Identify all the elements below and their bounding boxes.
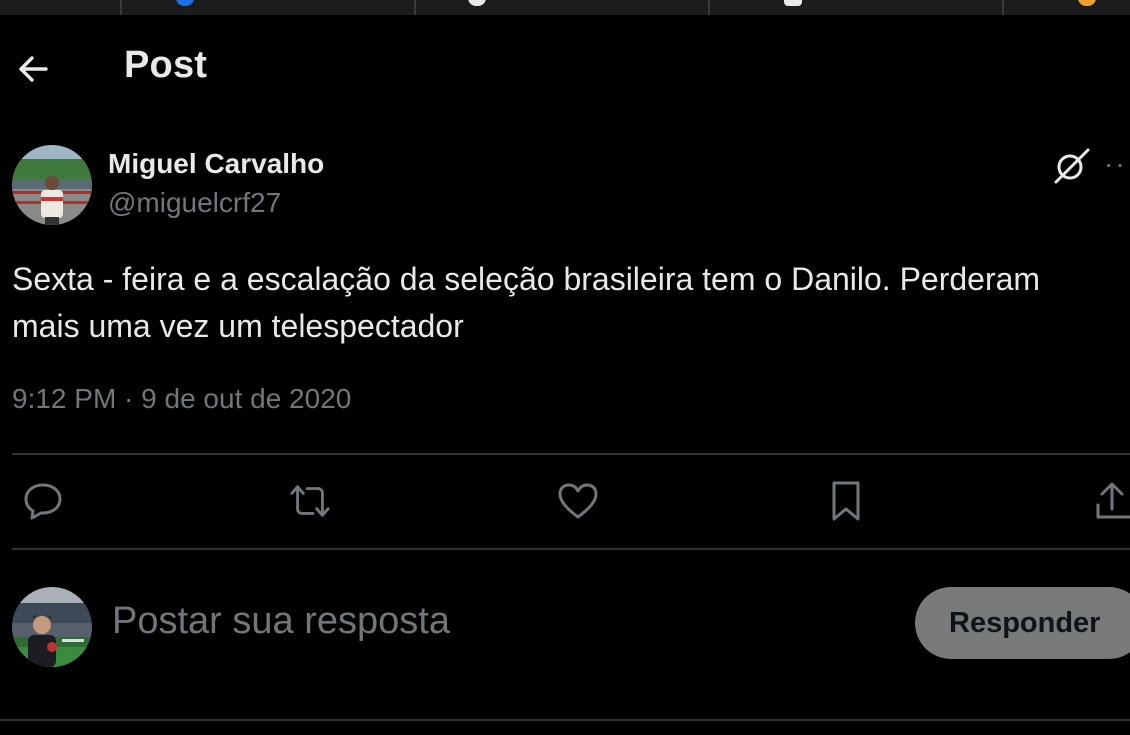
- more-options-button[interactable]: ··: [1104, 148, 1127, 180]
- divider: [0, 719, 1130, 721]
- post-page: Post Miguel Carvalho @miguelcrf27 ·· Sex…: [0, 0, 1130, 735]
- like-button[interactable]: [556, 478, 600, 524]
- author-name[interactable]: Miguel Carvalho: [108, 148, 324, 180]
- tab-favicon-icon[interactable]: [468, 0, 486, 6]
- post-text: Sexta - feira e a escalação da seleção b…: [12, 256, 1130, 350]
- bookmark-button[interactable]: [824, 478, 868, 524]
- tab-separator: [1002, 0, 1004, 15]
- tab-separator: [414, 0, 416, 15]
- tab-favicon-icon[interactable]: [1078, 0, 1096, 6]
- reply-button[interactable]: [21, 478, 65, 524]
- tab-separator: [120, 0, 122, 15]
- reply-submit-button[interactable]: Responder: [915, 587, 1130, 659]
- reply-icon: [24, 483, 62, 520]
- tab-separator: [708, 0, 710, 15]
- grok-icon: [1054, 148, 1090, 184]
- page-title: Post: [124, 44, 208, 86]
- tab-favicon-icon[interactable]: [784, 0, 802, 6]
- post-text-line: mais uma vez um telespectador: [12, 308, 464, 344]
- grok-button[interactable]: [1052, 146, 1092, 186]
- share-icon: [1096, 482, 1130, 519]
- divider: [12, 453, 1130, 455]
- tab-favicon-icon[interactable]: [176, 0, 194, 6]
- repost-icon: [290, 485, 330, 517]
- bookmark-icon: [832, 481, 860, 521]
- divider: [12, 548, 1130, 550]
- browser-tab-strip: [0, 0, 1130, 15]
- author-handle[interactable]: @miguelcrf27: [108, 187, 281, 219]
- reply-input[interactable]: Postar sua resposta: [112, 600, 450, 643]
- share-button[interactable]: [1090, 478, 1130, 524]
- post-timestamp[interactable]: 9:12 PM · 9 de out de 2020: [12, 383, 351, 415]
- arrow-left-icon: [19, 56, 48, 82]
- author-avatar[interactable]: [12, 145, 92, 225]
- heart-icon: [558, 483, 598, 519]
- repost-button[interactable]: [288, 478, 332, 524]
- post-text-line: Sexta - feira e a escalação da seleção b…: [12, 261, 1041, 297]
- back-button[interactable]: [14, 52, 52, 86]
- current-user-avatar[interactable]: [12, 587, 92, 667]
